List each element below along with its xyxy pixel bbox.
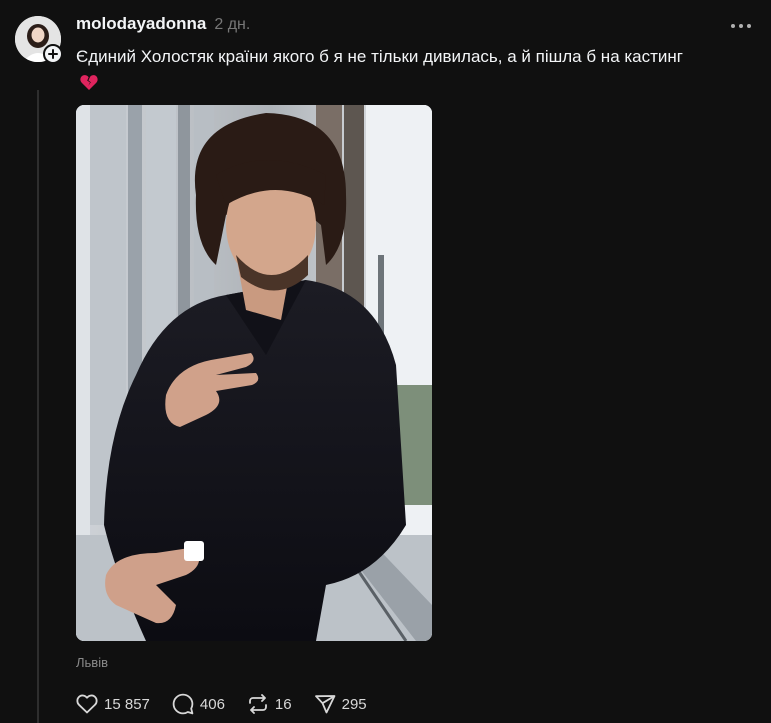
thread-post: molodayadonna 2 дн. Єдиний Холостяк краї… — [0, 0, 771, 723]
reply-button[interactable]: 406 — [172, 693, 225, 715]
repost-icon — [249, 694, 267, 714]
like-count: 15 857 — [104, 695, 150, 713]
more-options-icon[interactable] — [729, 14, 753, 38]
caption-text: Єдиний Холостяк країни якого б я не тіль… — [76, 47, 684, 66]
follow-plus-icon[interactable] — [43, 44, 63, 64]
post-header: molodayadonna 2 дн. — [76, 14, 250, 38]
share-count: 295 — [341, 695, 367, 713]
post-actions: 15 857 406 16 295 — [76, 692, 389, 716]
thread-line — [37, 90, 39, 723]
share-button[interactable]: 295 — [314, 694, 367, 714]
post-caption: Єдиний Холостяк країни якого б я не тіль… — [76, 44, 696, 99]
post-image[interactable] — [76, 105, 432, 641]
broken-heart-icon — [80, 73, 98, 99]
repost-count: 16 — [274, 695, 292, 713]
heart-icon — [76, 694, 98, 714]
username[interactable]: molodayadonna — [76, 14, 206, 34]
location-tag[interactable]: Львів — [76, 655, 108, 670]
repost-button[interactable]: 16 — [247, 693, 292, 715]
send-icon — [314, 695, 336, 714]
reply-count: 406 — [199, 695, 225, 713]
comment-icon — [172, 693, 194, 715]
like-button[interactable]: 15 857 — [76, 694, 150, 714]
avatar-container[interactable] — [15, 16, 63, 64]
post-time[interactable]: 2 дн. — [214, 16, 250, 34]
